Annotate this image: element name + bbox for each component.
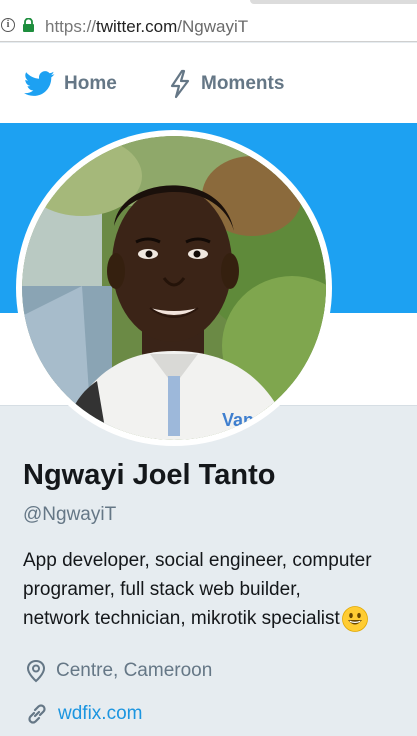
nav-moments-label: Moments — [201, 73, 285, 94]
secure-lock-icon[interactable] — [22, 18, 35, 32]
browser-tab-edge — [250, 0, 417, 4]
nav-moments[interactable]: Moments — [168, 69, 284, 99]
nav-home-label: Home — [64, 73, 117, 94]
grinning-face-emoji — [341, 606, 368, 632]
bio-line-text: network technician, mikrotik specialist — [23, 608, 340, 629]
map-pin-icon — [26, 659, 46, 683]
top-navigation: Home Moments — [0, 43, 417, 123]
site-info-icon[interactable]: i — [1, 18, 15, 32]
avatar[interactable]: Van — [22, 136, 326, 440]
svg-text:Van: Van — [222, 410, 254, 430]
profile-website[interactable]: wdfix.com — [25, 702, 142, 726]
profile-location: Centre, Cameroon — [25, 659, 212, 683]
twitter-bird-icon — [24, 71, 55, 96]
url-field[interactable]: https://twitter.com/NgwayiT — [45, 17, 248, 37]
location-text: Centre, Cameroon — [56, 660, 213, 681]
profile-handle: @NgwayiT — [23, 504, 117, 525]
lightning-bolt-icon — [170, 69, 190, 99]
profile-bio: App developer, social engineer, computer… — [23, 546, 417, 633]
browser-address-bar: i https://twitter.com/NgwayiT — [0, 0, 417, 42]
website-link[interactable]: wdfix.com — [58, 703, 142, 725]
chain-link-icon — [28, 704, 46, 724]
bio-line: App developer, social engineer, computer — [23, 550, 372, 571]
url-path: /NgwayiT — [177, 17, 249, 36]
profile-name: Ngwayi Joel Tanto — [23, 459, 276, 491]
bio-line: programer, full stack web builder, — [23, 579, 301, 600]
nav-home[interactable]: Home — [24, 69, 117, 99]
url-host: twitter.com — [96, 17, 178, 36]
avatar-frame[interactable]: Van — [16, 130, 332, 446]
url-scheme: https:// — [45, 17, 97, 36]
bio-line: network technician, mikrotik specialist — [23, 604, 417, 633]
